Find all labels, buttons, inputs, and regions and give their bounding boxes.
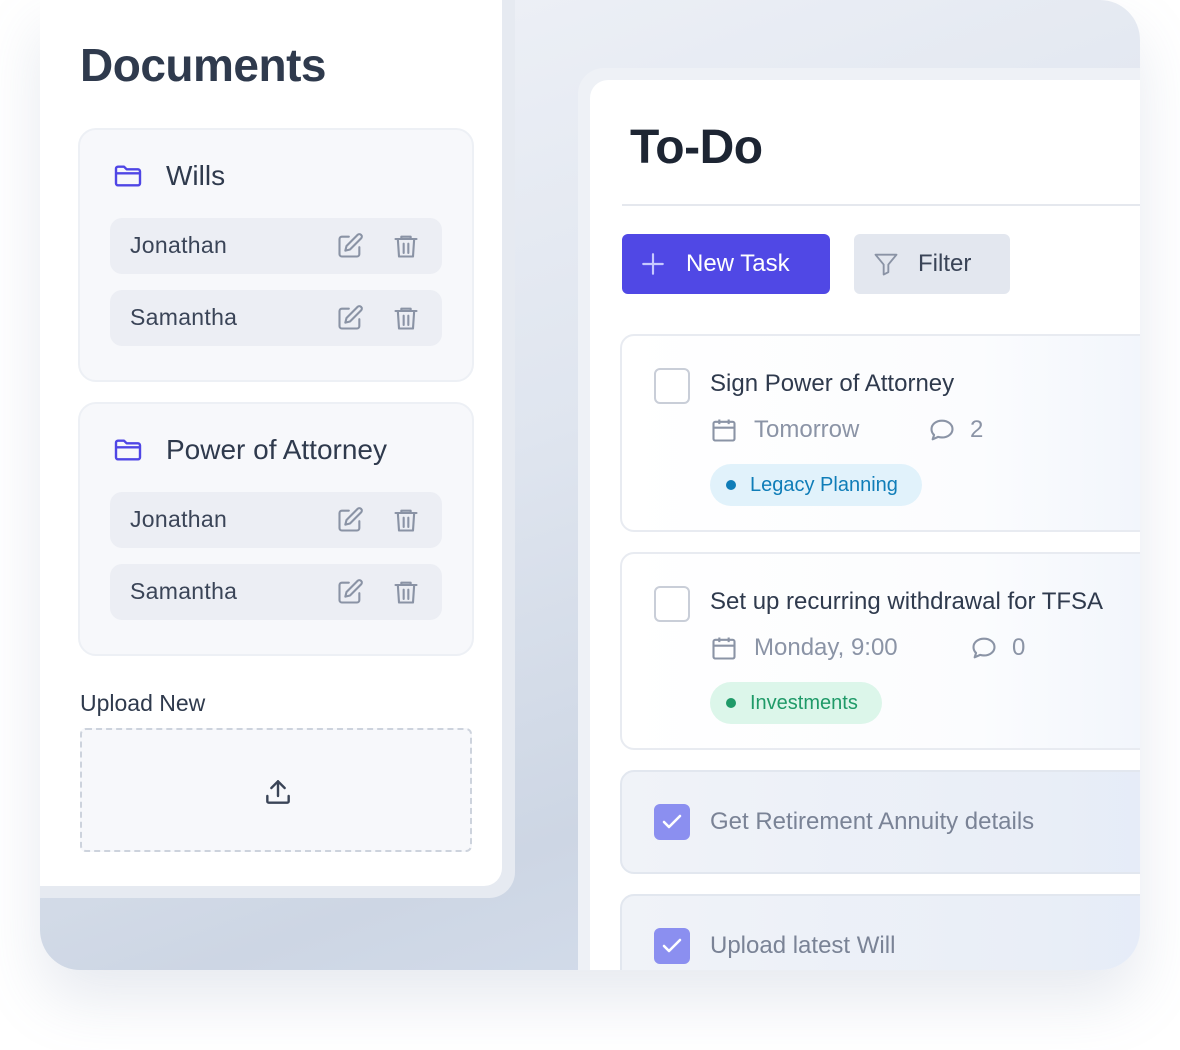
upload-dropzone[interactable] (80, 728, 472, 852)
trash-icon[interactable] (392, 578, 420, 606)
task-due-date: Tomorrow (754, 416, 860, 443)
task-checkbox[interactable] (654, 928, 690, 964)
task-meta: Monday, 9:00 0 (710, 634, 1130, 662)
folder-icon (114, 165, 142, 187)
folder-name: Wills (166, 160, 226, 191)
task-checkbox[interactable] (654, 804, 690, 840)
task-tag: Investments (710, 682, 882, 724)
file-name: Samantha (130, 578, 238, 604)
upload-label: Upload New (80, 690, 206, 716)
task-due-date: Monday, 9:00 (754, 634, 898, 661)
file-name: Jonathan (130, 232, 228, 258)
comment-icon (930, 419, 954, 441)
file-row[interactable]: Jonathan (110, 492, 442, 548)
file-row[interactable]: Samantha (110, 564, 442, 620)
filter-button[interactable]: Filter (854, 234, 1010, 294)
task-comment-count: 0 (1012, 634, 1026, 661)
task-tag: Legacy Planning (710, 464, 922, 506)
task-title: Get Retirement Annuity details (710, 808, 1035, 835)
check-icon (662, 938, 682, 953)
task-comments[interactable]: 0 (970, 634, 1025, 662)
file-row[interactable]: Jonathan (110, 218, 442, 274)
task-card[interactable]: Sign Power of Attorney Tomorrow 2 Legacy… (620, 334, 1140, 532)
comment-icon (972, 637, 996, 659)
calendar-icon (712, 419, 736, 442)
trash-icon[interactable] (392, 232, 420, 260)
file-name: Samantha (130, 304, 238, 330)
todo-panel: To-Do New Task Filter Sign Power of Atto… (590, 80, 1140, 970)
task-card[interactable]: Upload latest Will (620, 894, 1140, 970)
task-card[interactable]: Set up recurring withdrawal for TFSA Mon… (620, 552, 1140, 750)
task-title: Upload latest Will (710, 932, 896, 959)
file-name: Jonathan (130, 506, 228, 532)
folder-card-wills: Wills Jonathan Samantha (78, 128, 474, 382)
folder-card-power-of-attorney: Power of Attorney Jonathan Samantha (78, 402, 474, 656)
task-title: Sign Power of Attorney (710, 370, 955, 397)
upload-icon (266, 780, 290, 804)
todo-title: To-Do (630, 121, 763, 174)
documents-panel: Documents Wills Jonathan Samantha Power … (40, 0, 502, 886)
check-icon (662, 814, 682, 829)
calendar-icon (712, 637, 736, 660)
edit-icon[interactable] (336, 578, 364, 606)
edit-icon[interactable] (336, 506, 364, 534)
filter-label: Filter (918, 250, 972, 277)
task-meta: Tomorrow 2 (710, 416, 1130, 444)
task-card[interactable]: Get Retirement Annuity details (620, 770, 1140, 874)
trash-icon[interactable] (392, 506, 420, 534)
trash-icon[interactable] (392, 304, 420, 332)
plus-icon (642, 253, 664, 275)
filter-icon (874, 253, 898, 276)
task-comments[interactable]: 2 (928, 416, 983, 444)
folder-icon (114, 439, 142, 461)
task-title: Set up recurring withdrawal for TFSA (710, 588, 1104, 615)
folder-name: Power of Attorney (166, 434, 388, 465)
documents-title: Documents (80, 39, 326, 91)
divider (622, 204, 1140, 206)
edit-icon[interactable] (336, 232, 364, 260)
task-checkbox[interactable] (654, 368, 690, 404)
new-task-button[interactable]: New Task (622, 234, 830, 294)
task-comment-count: 2 (970, 416, 984, 443)
file-row[interactable]: Samantha (110, 290, 442, 346)
new-task-label: New Task (686, 250, 790, 277)
folder-header[interactable]: Power of Attorney (112, 434, 387, 466)
app-stage: Documents Wills Jonathan Samantha Power … (40, 0, 1140, 970)
edit-icon[interactable] (336, 304, 364, 332)
task-checkbox[interactable] (654, 586, 690, 622)
folder-header[interactable]: Wills (112, 160, 225, 192)
